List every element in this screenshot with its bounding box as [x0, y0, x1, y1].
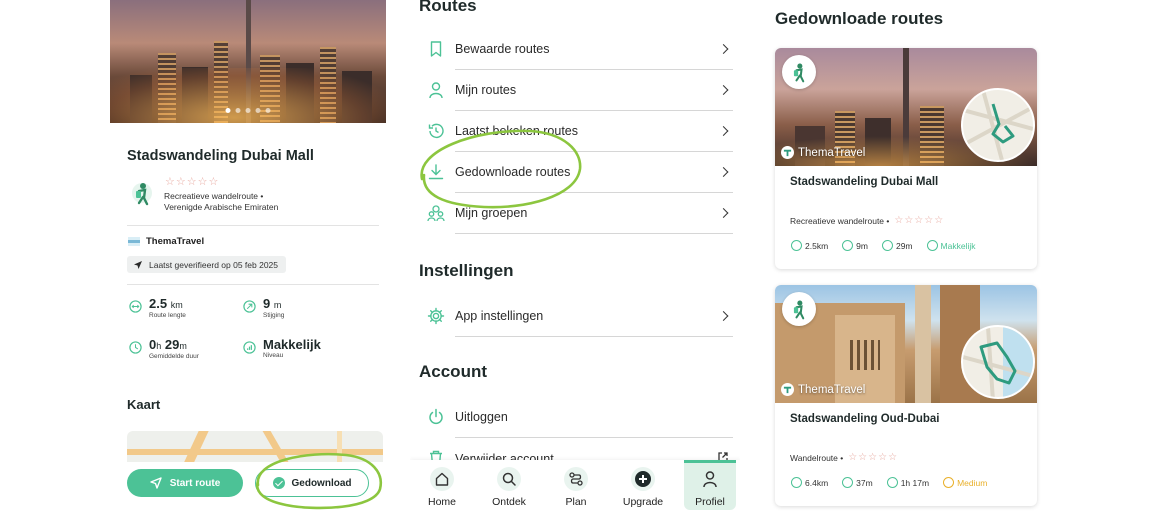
navigation-arrow-icon [134, 260, 142, 269]
clock-icon [129, 341, 142, 354]
route-card-title: Stadswandeling Oud-Dubai [790, 413, 940, 425]
chevron-right-icon [718, 85, 729, 95]
walker-avatar-icon [782, 292, 816, 326]
tab-plan[interactable]: Plan [550, 460, 602, 510]
person-icon [703, 471, 717, 488]
brand-logo-icon [781, 383, 794, 396]
level-bars-icon [243, 341, 256, 354]
distance-icon [791, 477, 802, 488]
walker-avatar-icon [132, 183, 152, 206]
divider [127, 284, 379, 285]
power-icon [429, 408, 443, 425]
distance-icon [791, 240, 802, 251]
settings-heading: Instellingen [419, 261, 514, 280]
routes-heading: Routes [419, 0, 477, 15]
downloaded-routes-panel: Gedownloade routes ThemaTravel Stadswand… [760, 0, 1060, 525]
ascent-icon [842, 240, 854, 251]
route-card-title: Stadswandeling Dubai Mall [790, 176, 939, 188]
route-card-stats: 2.5km 9m 29m Makkelijk [791, 240, 989, 251]
ascent-icon [842, 477, 854, 488]
start-route-button[interactable]: Start route [127, 469, 243, 497]
stat-level: Makkelijk Niveau [243, 338, 321, 360]
distance-icon [129, 300, 142, 313]
tab-upgrade[interactable]: Upgrade [617, 460, 669, 510]
stat-duration: 0h 29m Gemiddelde duur [129, 338, 199, 361]
chevron-right-icon [718, 167, 729, 177]
menu-item-logout[interactable]: Uitloggen [455, 397, 733, 438]
route-card[interactable]: ThemaTravel Stadswandeling Dubai Mall Re… [775, 48, 1037, 269]
route-card-type: Recreatieve wandelroute • ☆☆☆☆☆ [790, 215, 945, 226]
gear-icon [427, 307, 445, 325]
menu-item-my-routes[interactable]: Mijn routes [455, 70, 733, 111]
chevron-right-icon [718, 208, 729, 218]
route-hero-image[interactable] [110, 0, 386, 123]
rating-stars[interactable]: ☆☆☆☆☆ [165, 175, 219, 188]
rating-stars: ☆☆☆☆☆ [894, 215, 945, 226]
highlight-circle [255, 452, 383, 510]
chevron-right-icon [718, 44, 729, 54]
stat-length: 2.5 km Route lengte [129, 297, 186, 320]
route-detail-panel: Stadswandeling Dubai Mall ☆☆☆☆☆ Recreati… [110, 0, 386, 525]
search-icon [502, 472, 516, 486]
clock-icon [886, 477, 898, 488]
plus-circle-icon [635, 471, 651, 487]
clock-icon [881, 240, 893, 251]
route-card-type: Wandelroute • ☆☆☆☆☆ [790, 452, 899, 463]
account-heading: Account [419, 362, 487, 381]
brand-logo-icon [781, 146, 794, 159]
route-title: Stadswandeling Dubai Mall [127, 148, 314, 164]
route-map-thumbnail [961, 325, 1035, 399]
tab-profile[interactable]: Profiel [684, 460, 736, 510]
flag-icon [128, 237, 140, 246]
menu-item-app-settings[interactable]: App instellingen [455, 296, 733, 337]
route-plan-icon [569, 472, 583, 486]
route-card[interactable]: ThemaTravel Stadswandeling Oud-Dubai Wan… [775, 285, 1037, 506]
divider [127, 225, 379, 226]
person-icon [429, 82, 443, 99]
route-card-stats: 6.4km 37m 1h 17m Medium [791, 477, 1001, 488]
stat-climb: 9 m Stijging [243, 297, 284, 320]
map-heading: Kaart [127, 397, 161, 412]
highlight-circle [420, 129, 582, 209]
tab-home[interactable]: Home [416, 460, 468, 510]
navigation-arrow-icon [150, 477, 162, 489]
route-map-thumbnail [961, 88, 1035, 162]
publisher-brand: ThemaTravel [781, 146, 865, 159]
tab-discover[interactable]: Ontdek [483, 460, 535, 510]
menu-item-saved-routes[interactable]: Bewaarde routes [455, 29, 733, 70]
walker-avatar-icon [782, 55, 816, 89]
bottom-tab-bar: Home Ontdek Plan Upgrade Profiel [410, 460, 740, 525]
level-icon [926, 240, 938, 251]
home-icon [435, 472, 449, 486]
verified-badge: Laatst geverifieerd op 05 feb 2025 [127, 256, 287, 273]
level-icon [943, 477, 955, 488]
profile-menu-panel: Routes Bewaarde routes Mijn routes Laats… [410, 0, 740, 525]
chevron-right-icon [718, 126, 729, 136]
carousel-dots[interactable] [225, 108, 271, 113]
rating-stars: ☆☆☆☆☆ [848, 452, 899, 463]
bookmark-icon [430, 41, 442, 57]
page-title: Gedownloade routes [775, 9, 944, 28]
publisher-row[interactable]: ThemaTravel [128, 236, 204, 247]
chevron-right-icon [718, 311, 729, 321]
route-type: Recreatieve wandelroute • Verenigde Arab… [164, 191, 279, 212]
ascent-icon [243, 300, 256, 313]
publisher-brand: ThemaTravel [781, 383, 865, 396]
